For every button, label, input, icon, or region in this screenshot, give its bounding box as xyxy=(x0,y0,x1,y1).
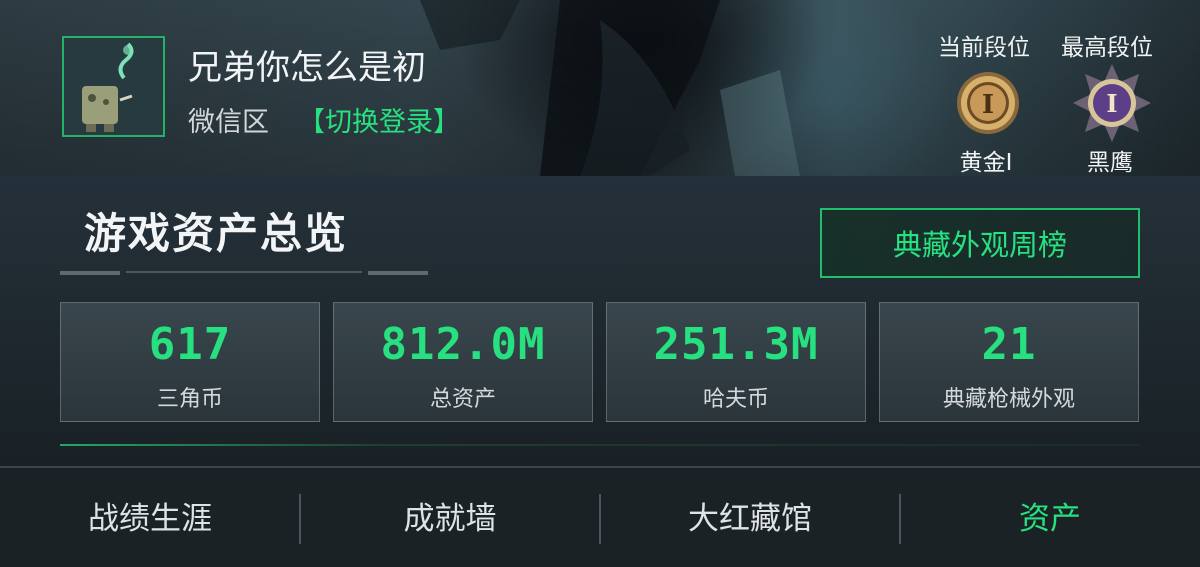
gold-rank-badge-icon[interactable]: I xyxy=(955,70,1021,140)
highest-rank-title: 最高段位 xyxy=(1061,35,1153,61)
tab-career-stats[interactable]: 战绩生涯 xyxy=(0,466,300,565)
stat-value: 812.0M xyxy=(380,319,546,370)
player-avatar[interactable] xyxy=(62,36,165,137)
player-username: 兄弟你怎么是初 xyxy=(188,48,426,88)
stat-value: 251.3M xyxy=(653,319,819,370)
overview-title: 游戏资产总览 xyxy=(84,209,349,258)
highest-rank-name: 黑鹰 xyxy=(1087,150,1133,176)
stat-card-haf-coin: 251.3M 哈夫币 xyxy=(606,302,866,422)
stat-value: 617 xyxy=(148,319,232,370)
title-underline-decoration xyxy=(60,271,428,275)
current-rank-name: 黄金I xyxy=(959,150,1013,176)
stat-value: 21 xyxy=(981,319,1037,370)
panel-glow-divider xyxy=(60,444,1140,446)
stat-label: 哈夫币 xyxy=(702,387,769,412)
black-hawk-badge-numeral: I xyxy=(1106,89,1117,118)
switch-login-link[interactable]: 【切换登录】 xyxy=(298,100,460,139)
stat-label: 总资产 xyxy=(429,387,496,412)
black-hawk-rank-badge-icon[interactable]: I xyxy=(1071,62,1153,148)
stat-card-total-assets: 812.0M 总资产 xyxy=(333,302,593,422)
stat-card-triangle-coin: 617 三角币 xyxy=(60,302,320,422)
stat-label: 三角币 xyxy=(156,387,223,412)
weekly-skin-ranking-button[interactable]: 典藏外观周榜 xyxy=(820,208,1140,278)
gold-badge-numeral: I xyxy=(982,90,994,120)
tab-achievement-wall[interactable]: 成就墙 xyxy=(300,466,600,565)
stat-card-collector-skins: 21 典藏枪械外观 xyxy=(879,302,1139,422)
stat-label: 典藏枪械外观 xyxy=(942,387,1075,412)
current-rank-title: 当前段位 xyxy=(938,35,1030,61)
tab-assets[interactable]: 资产 xyxy=(900,466,1200,565)
tab-red-collection[interactable]: 大红藏馆 xyxy=(600,466,900,565)
server-region: 微信区 xyxy=(188,107,269,138)
